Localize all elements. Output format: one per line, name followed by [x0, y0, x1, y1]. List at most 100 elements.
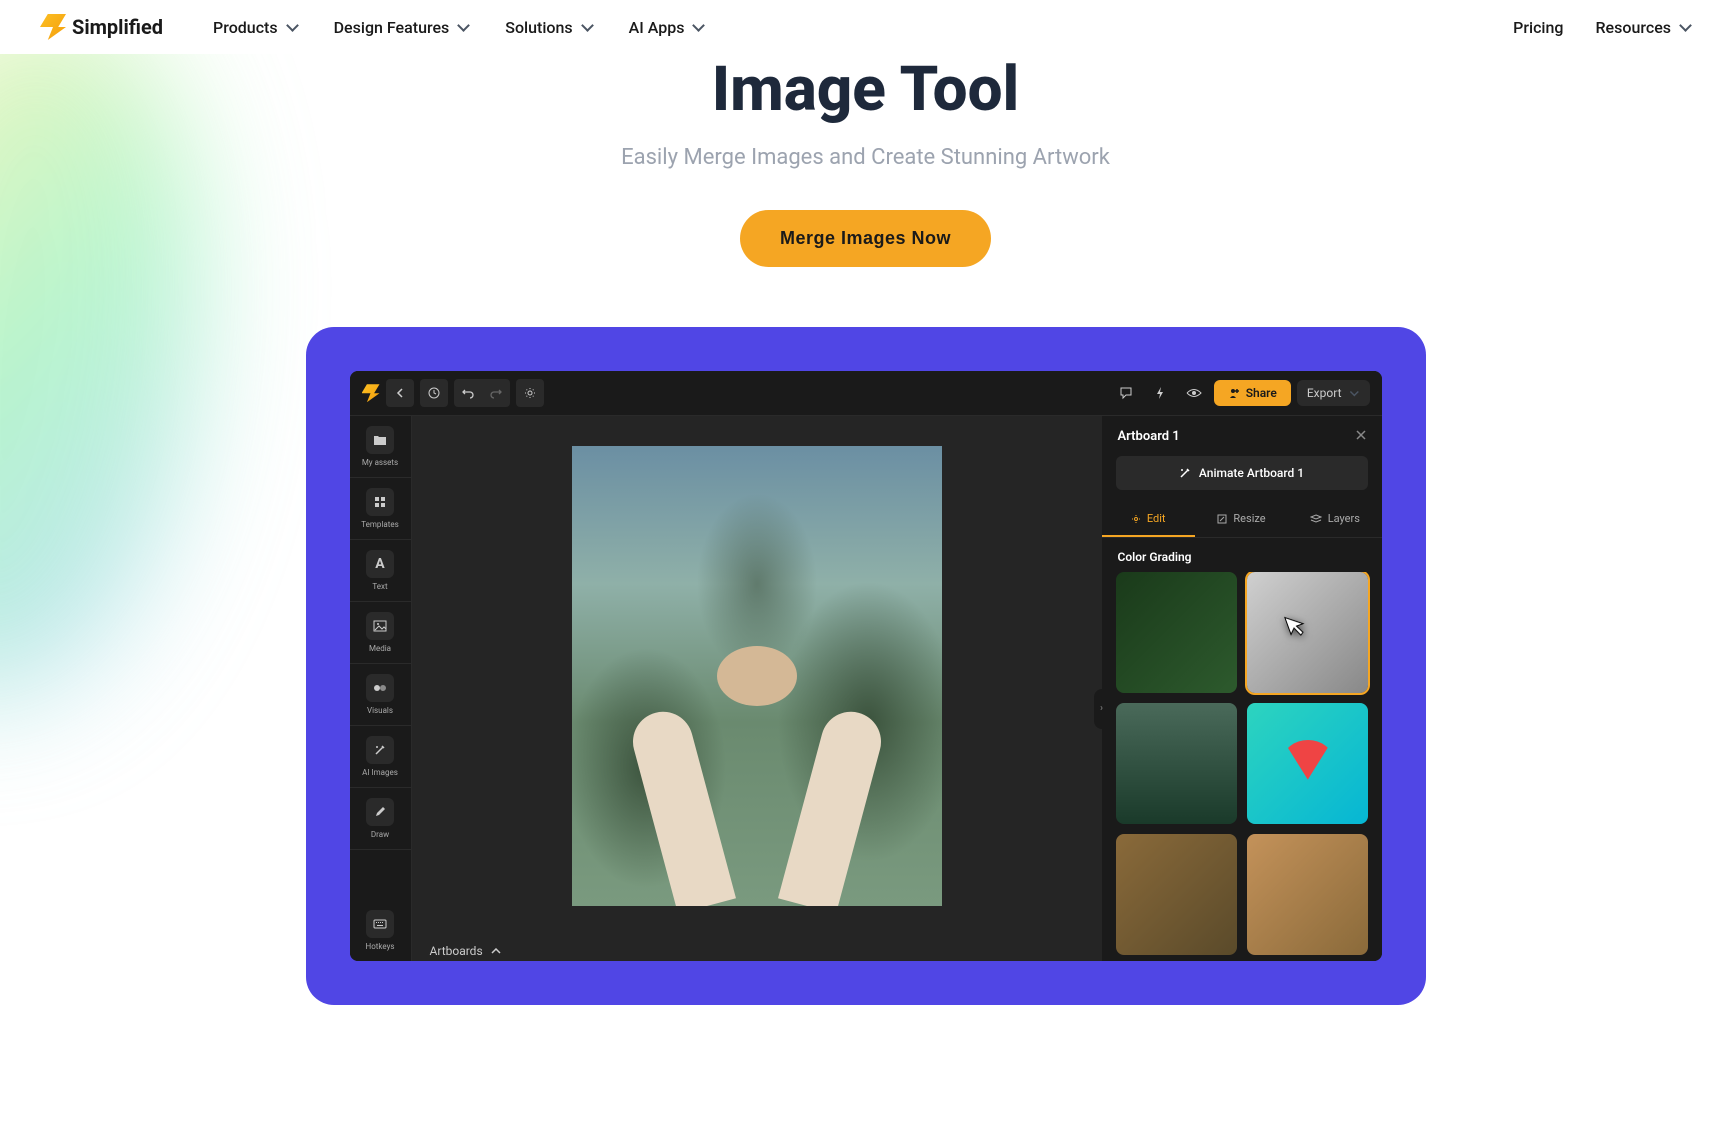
nav-label: Solutions	[505, 18, 572, 37]
nav-item-design-features[interactable]: Design Features	[334, 18, 470, 37]
chevron-down-icon	[457, 21, 469, 33]
grid-icon	[366, 488, 394, 516]
nav-item-products[interactable]: Products	[213, 18, 298, 37]
panel-tabs: Edit Resize Layers	[1102, 502, 1382, 538]
left-sidebar: My assets Templates A Text Media	[350, 416, 412, 961]
sidebar-item-media[interactable]: Media	[350, 602, 411, 664]
hero-section: Image Tool Easily Merge Images and Creat…	[0, 54, 1731, 327]
color-grading-title: Color Grading	[1102, 538, 1382, 572]
close-icon	[1356, 430, 1366, 440]
tab-edit[interactable]: Edit	[1102, 502, 1195, 537]
redo-button[interactable]	[482, 379, 510, 407]
nav-label: Resources	[1595, 18, 1671, 37]
color-grading-preset[interactable]	[1247, 834, 1368, 955]
tab-label: Resize	[1233, 512, 1265, 525]
color-grading-preset[interactable]	[1116, 703, 1237, 824]
chevron-left-icon	[395, 388, 405, 398]
nav-item-solutions[interactable]: Solutions	[505, 18, 592, 37]
chevron-down-icon	[1679, 21, 1691, 33]
cursor-icon	[1282, 610, 1311, 646]
share-label: Share	[1246, 386, 1277, 400]
visuals-icon	[366, 674, 394, 702]
color-grading-preset[interactable]	[1116, 834, 1237, 955]
panel-collapse-handle[interactable]: ›	[1094, 689, 1110, 729]
folder-icon	[366, 426, 394, 454]
panel-header: Artboard 1	[1102, 416, 1382, 456]
logo-mark-icon	[40, 14, 66, 40]
brand-logo[interactable]: Simplified	[40, 14, 163, 40]
undo-icon	[462, 387, 474, 399]
tab-label: Layers	[1328, 512, 1360, 525]
canvas-viewport[interactable]	[412, 416, 1102, 936]
color-grading-preset[interactable]	[1247, 572, 1368, 693]
app-preview-frame: Share Export My assets	[306, 327, 1426, 1005]
preview-button[interactable]	[1180, 379, 1208, 407]
color-grading-thumbnails	[1102, 572, 1382, 961]
undo-redo-group	[454, 379, 510, 407]
chevron-down-icon	[1349, 389, 1357, 397]
sidebar-label: AI Images	[362, 768, 398, 777]
chevron-up-icon	[491, 948, 501, 954]
sidebar-item-templates[interactable]: Templates	[350, 478, 411, 540]
bolt-icon	[1155, 386, 1165, 400]
color-grading-preset[interactable]	[1247, 703, 1368, 824]
merge-images-button[interactable]: Merge Images Now	[740, 210, 991, 267]
nav-label: Pricing	[1513, 18, 1563, 37]
artboard-image[interactable]	[572, 446, 942, 906]
export-button[interactable]: Export	[1297, 380, 1370, 406]
nav-label: Design Features	[334, 18, 450, 37]
share-button[interactable]: Share	[1214, 380, 1291, 406]
text-icon: A	[366, 550, 394, 578]
redo-icon	[490, 387, 502, 399]
artboards-footer[interactable]: Artboards	[412, 936, 1102, 961]
comments-button[interactable]	[1112, 379, 1140, 407]
app-logo-icon[interactable]	[362, 384, 380, 402]
layers-icon	[1310, 514, 1322, 524]
animate-label: Animate Artboard 1	[1199, 466, 1304, 480]
wand-icon	[1179, 467, 1191, 479]
sidebar-label: Templates	[361, 520, 398, 529]
user-plus-icon	[1228, 387, 1240, 399]
panel-title: Artboard 1	[1118, 429, 1180, 444]
tab-layers[interactable]: Layers	[1288, 502, 1381, 537]
sidebar-item-text[interactable]: A Text	[350, 540, 411, 602]
top-navigation: Simplified Products Design Features Solu…	[0, 0, 1731, 54]
sidebar-item-draw[interactable]: Draw	[350, 788, 411, 850]
nav-menu: Products Design Features Solutions AI Ap…	[213, 18, 704, 37]
sidebar-label: Hotkeys	[366, 942, 395, 951]
hero-subtitle: Easily Merge Images and Create Stunning …	[40, 145, 1691, 170]
nav-item-resources[interactable]: Resources	[1595, 18, 1691, 37]
pen-icon	[366, 798, 394, 826]
sidebar-label: Media	[369, 644, 391, 653]
gear-icon	[524, 387, 536, 399]
tab-resize[interactable]: Resize	[1195, 502, 1288, 537]
animate-artboard-button[interactable]: Animate Artboard 1	[1116, 456, 1368, 490]
nav-label: Products	[213, 18, 278, 37]
clock-icon	[428, 387, 440, 399]
app-window: Share Export My assets	[350, 371, 1382, 961]
close-panel-button[interactable]	[1356, 428, 1366, 444]
bolt-button[interactable]	[1146, 379, 1174, 407]
undo-button[interactable]	[454, 379, 482, 407]
export-label: Export	[1307, 386, 1342, 400]
sidebar-item-hotkeys[interactable]: Hotkeys	[350, 900, 411, 961]
chat-icon	[1119, 386, 1133, 400]
artboard-content	[657, 626, 857, 906]
sidebar-item-ai-images[interactable]: AI Images	[350, 726, 411, 788]
wand-icon	[366, 736, 394, 764]
history-button[interactable]	[420, 379, 448, 407]
back-button[interactable]	[386, 379, 414, 407]
hero-title: Image Tool	[40, 54, 1691, 125]
app-body: My assets Templates A Text Media	[350, 416, 1382, 961]
nav-label: AI Apps	[629, 18, 685, 37]
color-grading-preset[interactable]	[1116, 572, 1237, 693]
chevron-down-icon	[286, 21, 298, 33]
artboards-label: Artboards	[430, 944, 483, 958]
sidebar-item-visuals[interactable]: Visuals	[350, 664, 411, 726]
sidebar-item-my-assets[interactable]: My assets	[350, 416, 411, 478]
nav-item-pricing[interactable]: Pricing	[1513, 18, 1563, 37]
chevron-down-icon	[581, 21, 593, 33]
nav-item-ai-apps[interactable]: AI Apps	[629, 18, 705, 37]
sidebar-label: My assets	[362, 458, 398, 467]
settings-button[interactable]	[516, 379, 544, 407]
